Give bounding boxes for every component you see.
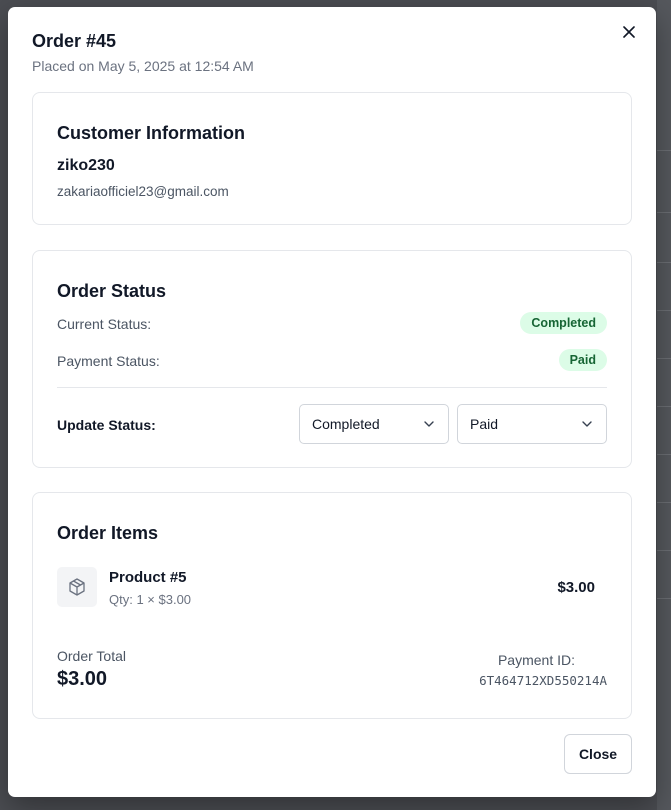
payment-status-badge: Paid — [558, 349, 607, 371]
chevron-down-icon — [424, 421, 434, 427]
backdrop-divider — [657, 502, 671, 503]
backdrop-divider — [657, 454, 671, 455]
backdrop-divider — [657, 550, 671, 551]
package-icon-svg — [69, 578, 85, 596]
order-details-modal: Order #45 Placed on May 5, 2025 at 12:54… — [8, 7, 656, 797]
customer-info-heading: Customer Information — [57, 123, 246, 143]
backdrop-divider — [657, 406, 671, 407]
payment-status-select-value: Paid — [470, 416, 499, 432]
customer-info-card: Customer Information ziko230 zakariaoffi… — [32, 92, 632, 225]
backdrop — [657, 0, 671, 810]
payment-status-label: Payment Status: — [57, 353, 160, 369]
backdrop-divider — [657, 358, 671, 359]
customer-email: zakariaofficiel23@gmail.com — [57, 184, 229, 199]
backdrop-divider — [657, 212, 671, 213]
order-status-heading: Order Status — [57, 281, 167, 301]
payment-status-select[interactable]: Paid — [457, 404, 607, 444]
modal-title: Order #45 — [32, 31, 117, 51]
close-icon[interactable] — [620, 23, 638, 41]
backdrop-divider — [657, 150, 671, 151]
order-total-label: Order Total — [57, 648, 126, 664]
current-status-badge: Completed — [520, 312, 607, 334]
order-status-select-value: Completed — [312, 416, 380, 432]
package-icon — [57, 567, 97, 607]
modal-subtitle: Placed on May 5, 2025 at 12:54 AM — [32, 58, 254, 74]
current-status-label: Current Status: — [57, 316, 152, 332]
order-items-card: Order Items Product #5 Qty: 1 × $3.00 $3… — [32, 492, 632, 719]
customer-name: ziko230 — [57, 157, 115, 174]
status-divider — [57, 387, 607, 388]
payment-id-label: Payment ID: — [497, 652, 575, 668]
backdrop-divider — [657, 262, 671, 263]
payment-id-value: 6T464712XD550214A — [479, 673, 607, 688]
backdrop-divider — [657, 598, 671, 599]
item-price: $3.00 — [557, 579, 595, 596]
update-status-label: Update Status: — [57, 417, 156, 433]
order-items-heading: Order Items — [57, 523, 159, 543]
close-icon-svg — [623, 26, 635, 38]
order-status-select[interactable]: Completed — [299, 404, 449, 444]
order-total-value: $3.00 — [57, 668, 108, 690]
item-name: Product #5 — [109, 569, 187, 586]
backdrop-divider — [657, 310, 671, 311]
order-status-card: Order Status Current Status: Completed P… — [32, 250, 632, 468]
close-button[interactable]: Close — [564, 734, 632, 774]
chevron-down-icon — [582, 421, 592, 427]
item-qty: Qty: 1 × $3.00 — [109, 592, 192, 607]
